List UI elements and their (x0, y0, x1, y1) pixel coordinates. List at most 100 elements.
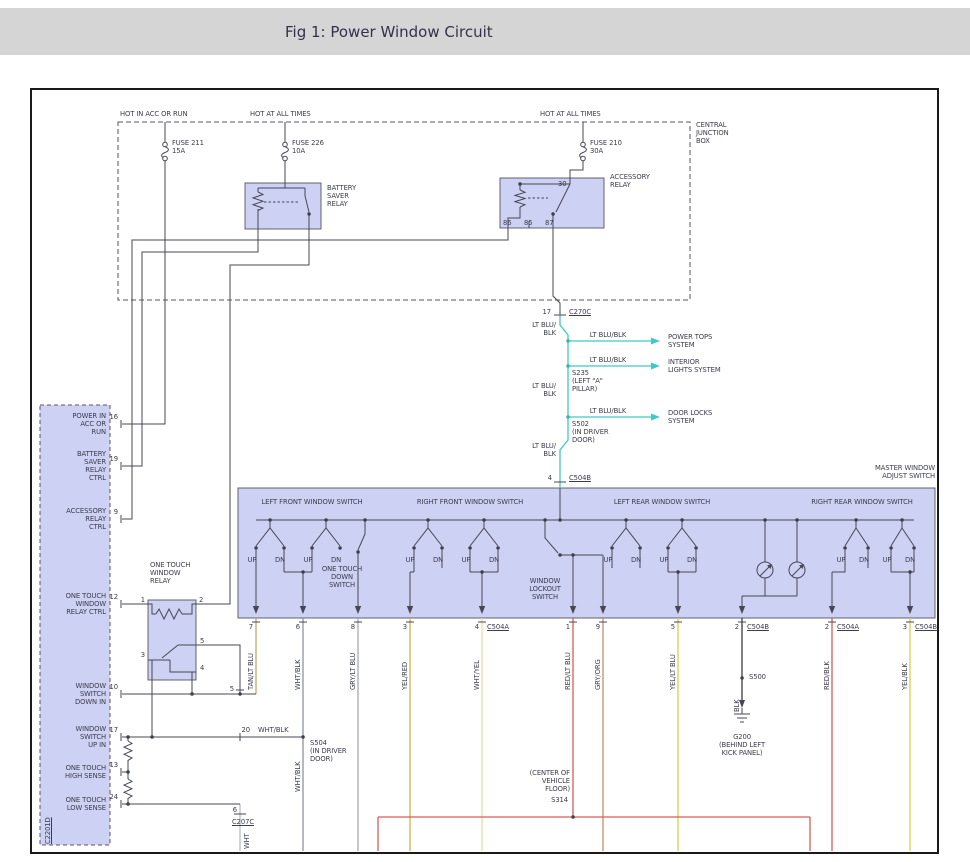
dn-label: DN (905, 556, 915, 564)
splice-s314-label: S314 (551, 796, 568, 804)
ecu-pin-label-24: ONE TOUCH LOW SENSE (66, 796, 106, 812)
hot-at-all-times-label-1: HOT AT ALL TIMES (250, 110, 311, 118)
central-junction-box-label: CENTRAL JUNCTION BOX (696, 121, 729, 145)
wire-label-red-blk: RED/BLK (823, 661, 831, 690)
diagram-frame (31, 89, 938, 853)
up-label: UP (883, 556, 892, 564)
splice-pin-5: 5 (230, 685, 234, 693)
otr-pin-1: 1 (141, 596, 145, 604)
branch-label-3: LT BLU/BLK (590, 407, 626, 415)
up-label: UP (406, 556, 415, 564)
wire-label-yel-red: YEL/RED (401, 662, 409, 690)
otr-pin-4: 4 (200, 664, 204, 672)
one-touch-window-relay-box (148, 600, 196, 680)
connector-c504a-2: C504A (837, 623, 859, 631)
one-touch-relay-label: ONE TOUCH WINDOW RELAY (150, 561, 190, 585)
wire-label-ltblublk-2: LT BLU/ BLK (532, 382, 556, 398)
one-touch-down-switch-label: ONE TOUCH DOWN SWITCH (322, 565, 362, 589)
splice-s502-label: S502 (IN DRIVER DOOR) (572, 420, 609, 444)
section-right-rear: RIGHT REAR WINDOW SWITCH (811, 498, 913, 506)
wire-label-yel-blk: YEL/BLK (901, 663, 909, 690)
up-label: UP (248, 556, 257, 564)
splice-s235-label: S235 (LEFT "A" PILLAR) (572, 369, 603, 393)
pin-2: 2 (735, 623, 739, 631)
ecu-pin-num-9: 9 (114, 508, 118, 516)
wire-label-wht: WHT (243, 833, 251, 849)
relay-pin-85: 85 (524, 219, 532, 227)
otr-pin-2: 2 (199, 596, 203, 604)
ecu-pin-num-10: 10 (110, 683, 118, 691)
connector-c504b-2: C504B (915, 623, 937, 631)
fuse-210-label: FUSE 210 30A (590, 139, 622, 155)
branch-label-1: LT BLU/BLK (590, 331, 626, 339)
connector-c504b: C504B (747, 623, 769, 631)
ecu-pin-label-16: POWER IN ACC OR RUN (72, 412, 106, 436)
ecu-pin-num-16: 16 (110, 413, 118, 421)
pin-8: 8 (351, 623, 355, 631)
c504b-pin-4: 4 (548, 474, 552, 482)
up-label: UP (304, 556, 313, 564)
dn-label: DN (331, 556, 341, 564)
power-tops-system-label: POWER TOPS SYSTEM (668, 333, 712, 349)
window-lockout-switch-label: WINDOW LOCKOUT SWITCH (529, 577, 561, 601)
connector-c504b-top: C504B (569, 474, 591, 482)
connector-c270c: C270C (569, 308, 591, 316)
ecu-pin-num-19: 19 (110, 455, 118, 463)
section-left-rear: LEFT REAR WINDOW SWITCH (614, 498, 710, 506)
relay-pin-30: 30 (558, 180, 566, 188)
wire-label-tan-lt-blu: TAN/LT BLU (247, 653, 255, 690)
ecu-pin-num-12: 12 (110, 593, 118, 601)
wire-label-blk: BLK (733, 699, 741, 712)
dn-label: DN (859, 556, 869, 564)
otr-pin-3: 3 (141, 651, 145, 659)
ecu-pin-label-17: WINDOW SWITCH UP IN (75, 725, 106, 749)
c207c-pin-6: 6 (233, 806, 237, 814)
wire-label-ltblublk-3: LT BLU/ BLK (532, 442, 556, 458)
fuse-226-icon (283, 142, 288, 147)
splice-s500-label: S500 (749, 673, 766, 681)
up-label: UP (660, 556, 669, 564)
fuse-211-label: FUSE 211 15A (172, 139, 204, 155)
dn-label: DN (275, 556, 285, 564)
branch-label-2: LT BLU/BLK (590, 356, 626, 364)
wire-label-gry-lt-blu: GRY/LT BLU (349, 653, 357, 690)
ecu-pin-num-13: 13 (110, 761, 118, 769)
door-locks-system-label: DOOR LOCKS SYSTEM (668, 409, 712, 425)
fuse-210-icon (581, 142, 586, 147)
relay-pin-86: 86 (503, 219, 511, 227)
interior-lights-system-label: INTERIOR LIGHTS SYSTEM (668, 358, 721, 374)
schematic-canvas (0, 0, 970, 862)
master-switch-title: MASTER WINDOW ADJUST SWITCH (875, 464, 935, 480)
wiring-diagram-page: Fig 1: Power Window Circuit (0, 0, 970, 862)
pin-1: 1 (566, 623, 570, 631)
fuse-226-label: FUSE 226 10A (292, 139, 324, 155)
connector-c207c: C207C (232, 818, 254, 826)
pin-3b: 3 (903, 623, 907, 631)
wire-label-wht-yel: WHT/YEL (473, 660, 481, 690)
pin-5: 5 (671, 623, 675, 631)
section-left-front: LEFT FRONT WINDOW SWITCH (261, 498, 362, 506)
ecu-pin-label-19: BATTERY SAVER RELAY CTRL (77, 450, 106, 482)
connector-c504a: C504A (487, 623, 509, 631)
dn-label: DN (433, 556, 443, 564)
wire-label-wht-blk-2: WHT/BLK (294, 762, 302, 792)
pin-6: 6 (296, 623, 300, 631)
ecu-pin-num-17: 17 (110, 726, 118, 734)
up-label: UP (837, 556, 846, 564)
fuse-211-icon (163, 142, 168, 147)
hot-at-all-times-label-2: HOT AT ALL TIMES (540, 110, 601, 118)
wire-label-red-lt-blu: RED/LT BLU (564, 652, 572, 690)
dn-label: DN (631, 556, 641, 564)
wht-blk-horizontal-label: WHT/BLK (258, 726, 288, 734)
c270c-pin-17: 17 (543, 308, 551, 316)
wire-label-wht-blk: WHT/BLK (294, 660, 302, 690)
pin-9: 9 (596, 623, 600, 631)
dn-label: DN (489, 556, 499, 564)
dn-label: DN (687, 556, 697, 564)
section-right-front: RIGHT FRONT WINDOW SWITCH (417, 498, 523, 506)
up-label: UP (462, 556, 471, 564)
up-label: UP (604, 556, 613, 564)
pin-7: 7 (249, 623, 253, 631)
accessory-relay-label: ACCESSORY RELAY (610, 173, 650, 189)
ground-g200-label: G200 (BEHIND LEFT KICK PANEL) (719, 733, 765, 757)
